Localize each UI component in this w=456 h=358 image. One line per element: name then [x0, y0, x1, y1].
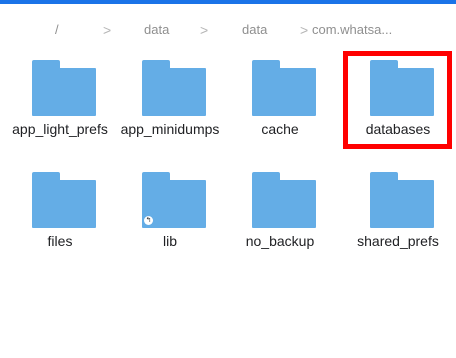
folder-item-no-backup[interactable]: no_backup — [225, 172, 335, 292]
folder-item-shared-prefs[interactable]: shared_prefs — [343, 172, 453, 292]
folder-label: shared_prefs — [357, 233, 439, 249]
chevron-right-icon: > — [300, 22, 309, 38]
folder-icon — [32, 60, 96, 116]
folder-icon — [370, 172, 434, 228]
breadcrumb-item-data-1[interactable]: data — [144, 22, 169, 38]
folder-label: no_backup — [245, 233, 315, 249]
folder-item-lib[interactable]: ↰ lib — [115, 172, 225, 292]
breadcrumb-item-current[interactable]: com.whatsa... — [312, 22, 392, 38]
highlight-box — [343, 51, 452, 149]
folder-link-icon: ↰ — [142, 172, 206, 228]
chevron-right-icon: > — [103, 22, 112, 38]
folder-icon — [252, 60, 316, 116]
breadcrumb-item-data-2[interactable]: data — [242, 22, 267, 38]
folder-item-app-light-prefs[interactable]: app_light_prefs — [5, 60, 115, 180]
folder-label: app_light_prefs — [12, 121, 108, 137]
folder-label: cache — [261, 121, 299, 137]
folder-label: lib — [162, 233, 177, 249]
folder-icon — [252, 172, 316, 228]
folder-icon — [32, 172, 96, 228]
folder-icon — [142, 60, 206, 116]
shortcut-link-icon: ↰ — [144, 216, 153, 225]
chevron-right-icon: > — [200, 22, 209, 38]
breadcrumb: / > data > data > com.whatsa... — [0, 4, 456, 52]
folder-item-app-minidumps[interactable]: app_minidumps — [115, 60, 225, 180]
folder-item-cache[interactable]: cache — [225, 60, 335, 180]
folder-label: files — [47, 233, 73, 249]
folder-label: app_minidumps — [120, 121, 220, 137]
folder-item-files[interactable]: files — [5, 172, 115, 292]
breadcrumb-root[interactable]: / — [55, 22, 59, 38]
